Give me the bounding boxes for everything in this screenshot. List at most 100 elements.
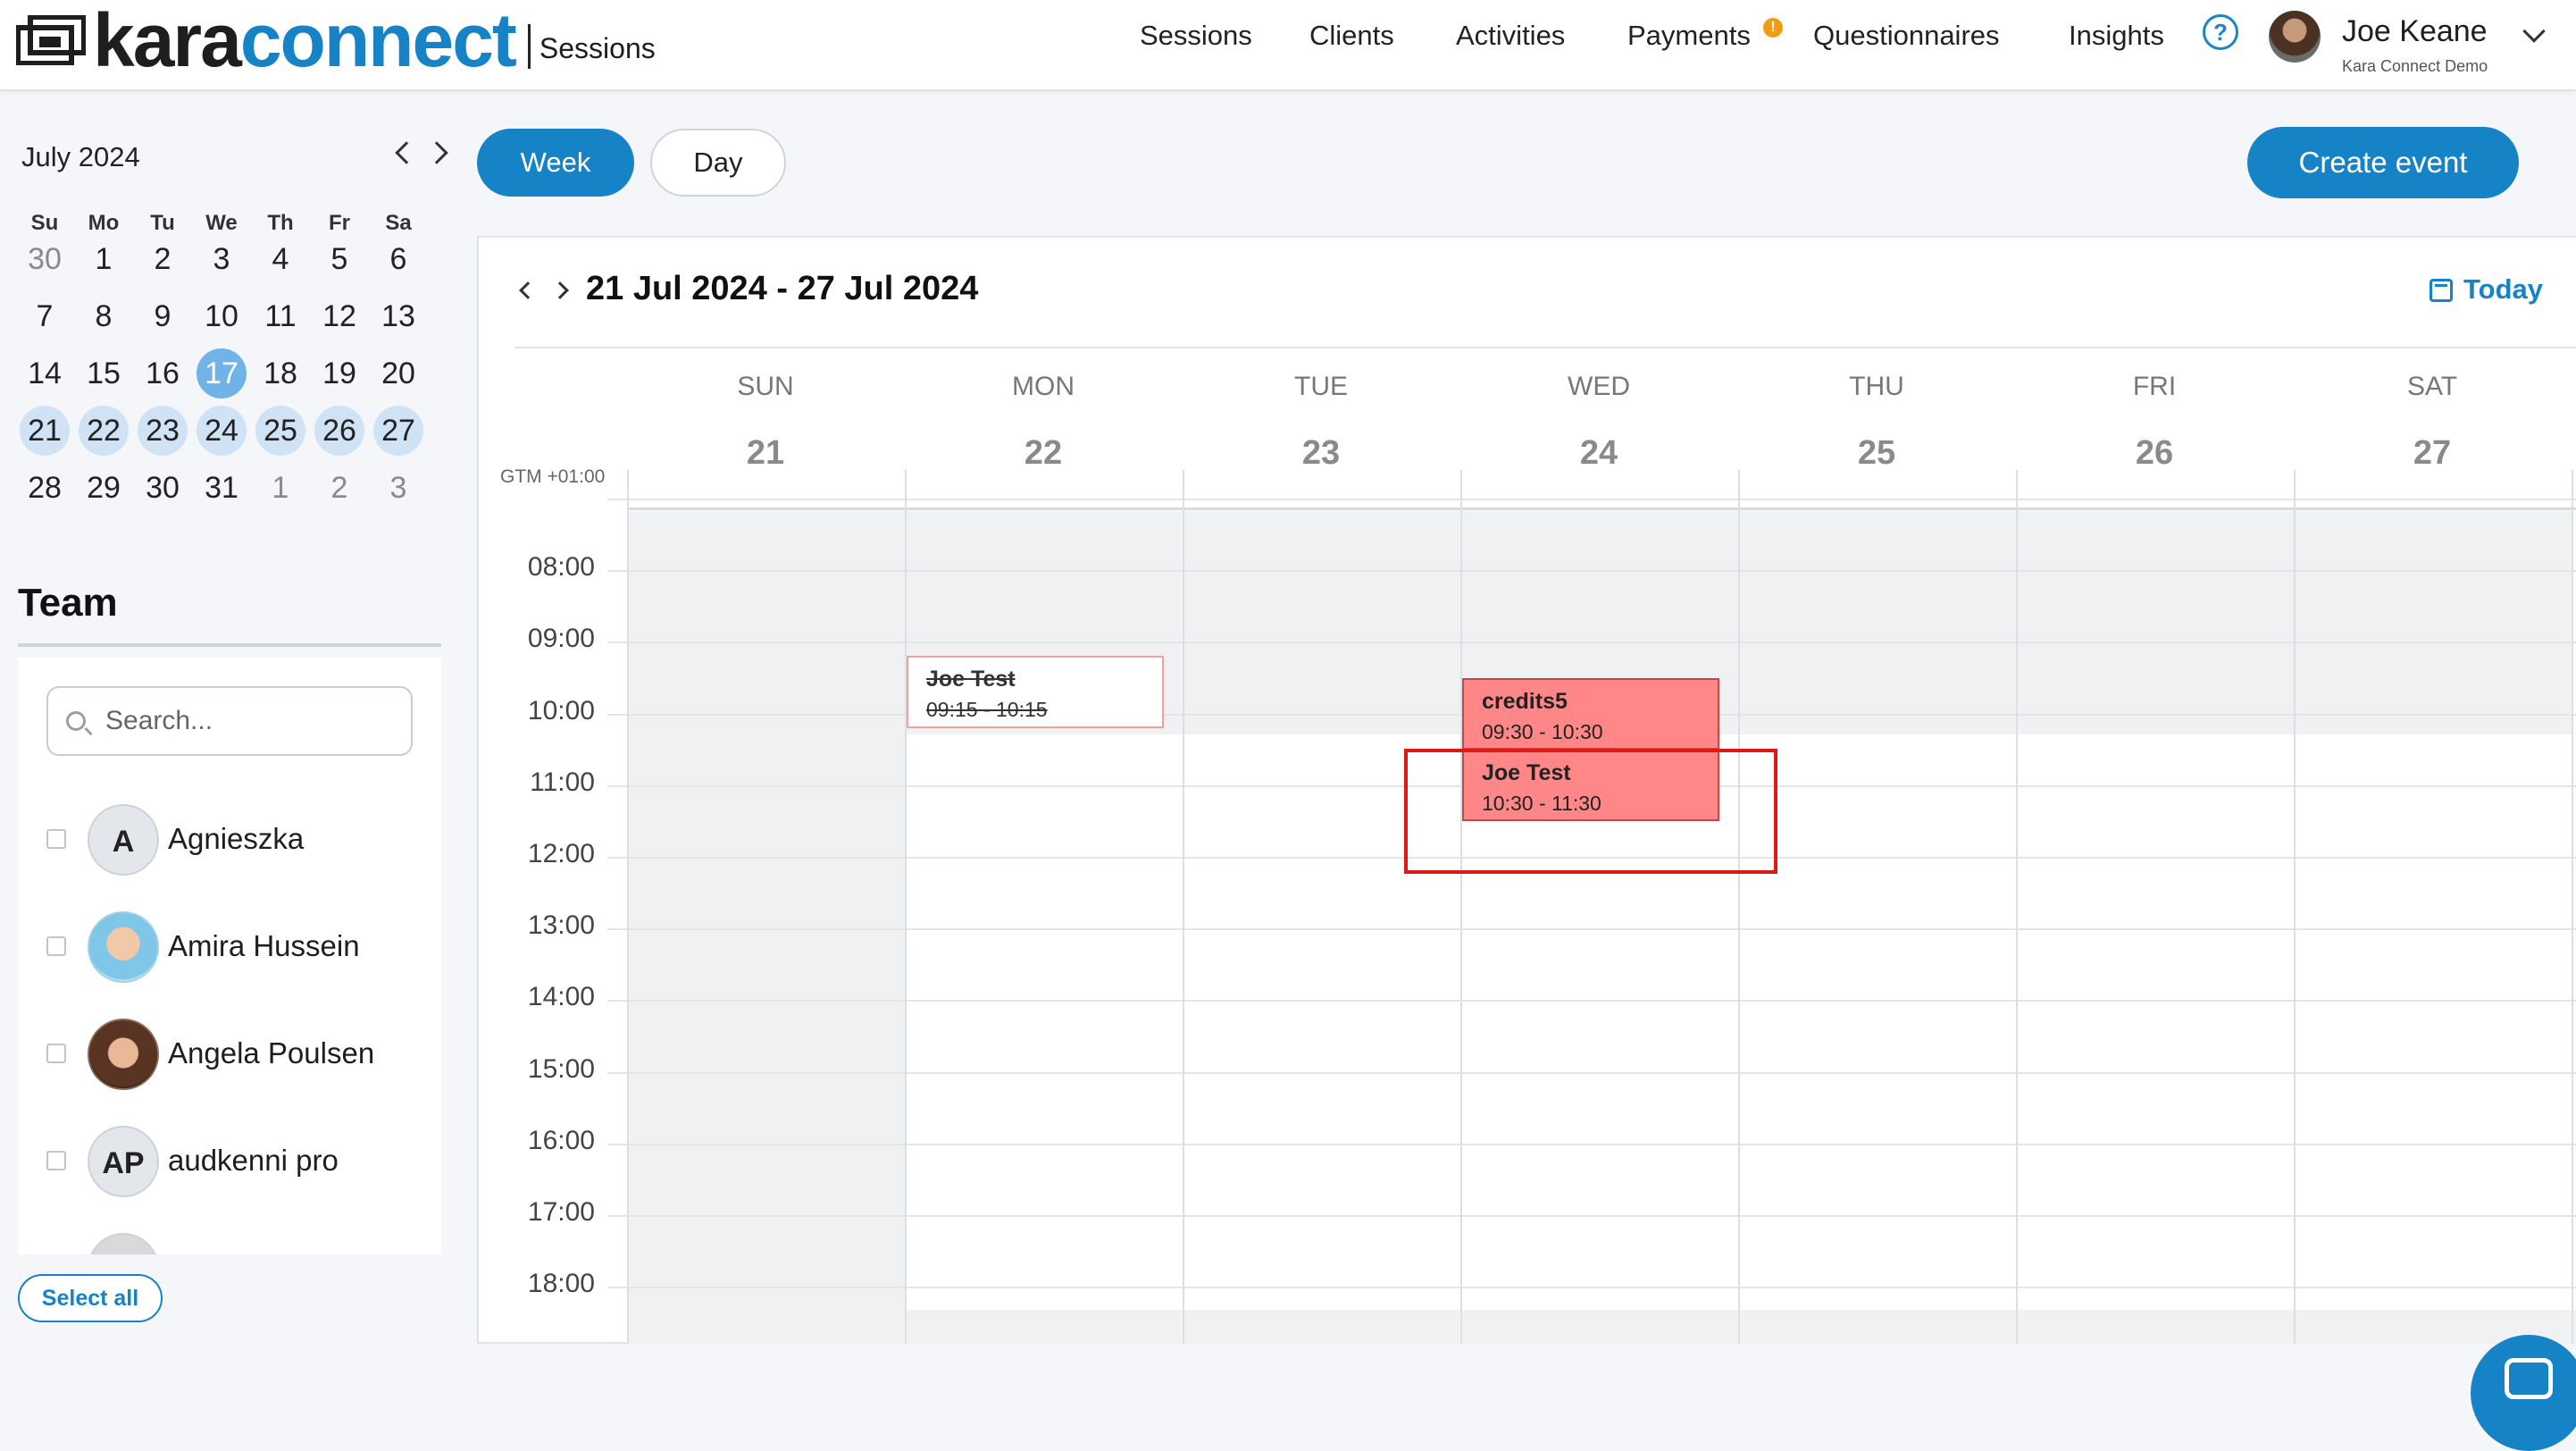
day-date-label[interactable]: 22 — [905, 434, 1182, 473]
mini-calendar-day[interactable]: 30 — [138, 463, 188, 513]
day-of-week-label: FRI — [2132, 372, 2177, 401]
nav-clients[interactable]: Clients — [1309, 20, 1394, 52]
event-title: Joe Test — [926, 667, 1016, 692]
hour-label: 17:00 — [527, 1197, 595, 1227]
mini-calendar-day[interactable]: 22 — [79, 406, 129, 456]
nav-questionnaires[interactable]: Questionnaires — [1813, 20, 2000, 52]
nav-insights[interactable]: Insights — [2069, 20, 2164, 52]
day-view-button[interactable]: Day — [650, 129, 786, 197]
nav-payments[interactable]: Payments — [1627, 20, 1751, 52]
mini-calendar-day[interactable]: 27 — [373, 406, 423, 456]
weekday-label: Th — [267, 211, 294, 235]
mini-calendar-day[interactable]: 6 — [373, 234, 423, 284]
mini-calendar-day[interactable]: 3 — [197, 234, 247, 284]
weekday-label: Fr — [329, 211, 350, 235]
team-member-partial[interactable] — [18, 1226, 441, 1254]
member-checkbox[interactable] — [46, 936, 66, 956]
nav-sessions[interactable]: Sessions — [1140, 20, 1252, 52]
mini-calendar-day[interactable]: 19 — [314, 348, 364, 398]
mini-calendar-day[interactable]: 11 — [255, 291, 305, 341]
mini-calendar-day[interactable]: 29 — [79, 463, 129, 513]
mini-calendar-day[interactable]: 14 — [20, 348, 70, 398]
hour-label: 14:00 — [527, 982, 595, 1012]
today-button[interactable]: Today — [2463, 273, 2543, 306]
day-column-divider — [2294, 470, 2296, 1344]
day-date-label[interactable]: 25 — [1738, 434, 2015, 473]
create-event-button[interactable]: Create event — [2247, 127, 2519, 198]
week-view-button[interactable]: Week — [477, 129, 634, 197]
mini-calendar-day[interactable]: 10 — [197, 291, 247, 341]
mini-calendar-day[interactable]: 30 — [20, 234, 70, 284]
mini-calendar-day[interactable]: 12 — [314, 291, 364, 341]
chat-launcher-button[interactable] — [2471, 1335, 2576, 1451]
mini-calendar-day[interactable]: 20 — [373, 348, 423, 398]
week-prev-icon[interactable] — [519, 281, 537, 299]
nav-activities[interactable]: Activities — [1456, 20, 1565, 52]
selection-highlight — [1404, 749, 1777, 874]
mini-calendar-day[interactable]: 23 — [138, 406, 188, 456]
mini-calendar-day[interactable]: 5 — [314, 234, 364, 284]
hour-gridline — [607, 1000, 2576, 1002]
day-date-label[interactable]: 21 — [627, 434, 904, 473]
mini-calendar-day[interactable]: 13 — [373, 291, 423, 341]
mini-calendar-day[interactable]: 17 — [197, 348, 247, 398]
hour-gridline — [607, 1287, 2576, 1289]
mini-calendar-day[interactable]: 2 — [138, 234, 188, 284]
team-member[interactable]: Angela Poulsen — [18, 1011, 441, 1092]
calendar-icon[interactable] — [2430, 279, 2453, 302]
chevron-down-icon[interactable] — [2522, 20, 2546, 43]
day-date-label[interactable]: 26 — [2016, 434, 2293, 473]
header-bottom-line — [627, 507, 2576, 510]
member-avatar — [88, 1233, 159, 1254]
team-search-input[interactable] — [104, 700, 398, 742]
team-search[interactable] — [46, 686, 413, 756]
day-date-label[interactable]: 27 — [2294, 434, 2571, 473]
mini-calendar-day[interactable]: 21 — [20, 406, 70, 456]
mini-calendar-day[interactable]: 26 — [314, 406, 364, 456]
mini-calendar-next-icon[interactable] — [425, 141, 448, 164]
mini-calendar-day[interactable]: 24 — [197, 406, 247, 456]
mini-calendar-prev-icon[interactable] — [395, 141, 418, 164]
mini-calendar-day[interactable]: 1 — [79, 234, 129, 284]
mini-calendar-day[interactable]: 2 — [314, 463, 364, 513]
mini-calendar-day[interactable]: 3 — [373, 463, 423, 513]
day-column-divider — [1183, 470, 1184, 1344]
mini-calendar-day[interactable]: 7 — [20, 291, 70, 341]
team-member[interactable]: AP audkenni pro — [18, 1119, 441, 1199]
unavailable-slot — [627, 1310, 2576, 1344]
team-divider — [18, 643, 441, 647]
select-all-button[interactable]: Select all — [18, 1274, 163, 1322]
member-checkbox[interactable] — [46, 829, 66, 849]
mini-calendar-day[interactable]: 25 — [255, 406, 305, 456]
mini-calendar-day[interactable]: 4 — [255, 234, 305, 284]
hour-label: 11:00 — [530, 767, 595, 797]
calendar-event[interactable]: credits5 09:30 - 10:30 — [1462, 677, 1719, 750]
hour-gridline — [607, 570, 2576, 573]
mini-calendar-day[interactable]: 1 — [255, 463, 305, 513]
team-member[interactable]: A Agnieszka — [18, 797, 441, 877]
event-time: 09:30 - 10:30 — [1482, 719, 1603, 743]
logo-text-kara: kara — [93, 0, 242, 82]
calendar-event[interactable]: Joe Test 09:15 - 10:15 — [907, 656, 1164, 728]
help-icon[interactable]: ? — [2203, 14, 2238, 50]
mini-calendar-day[interactable]: 9 — [138, 291, 188, 341]
user-organization: Kara Connect Demo — [2342, 57, 2488, 75]
day-of-week-label: SUN — [737, 372, 794, 401]
mini-calendar-day[interactable]: 28 — [20, 463, 70, 513]
user-name[interactable]: Joe Keane — [2342, 14, 2488, 49]
mini-calendar-day[interactable]: 31 — [197, 463, 247, 513]
mini-calendar-day[interactable]: 8 — [79, 291, 129, 341]
team-member[interactable]: Amira Hussein — [18, 904, 441, 985]
hour-gridline — [607, 1071, 2576, 1074]
member-checkbox[interactable] — [46, 1151, 66, 1170]
mini-calendar-day[interactable]: 18 — [255, 348, 305, 398]
day-date-label[interactable]: 24 — [1460, 434, 1737, 473]
member-checkbox[interactable] — [46, 1044, 66, 1063]
user-avatar[interactable] — [2269, 11, 2321, 63]
karaconnect-logo[interactable]: kara connect Sessions — [16, 0, 656, 80]
mini-calendar-day[interactable]: 16 — [138, 348, 188, 398]
week-next-icon[interactable] — [551, 281, 569, 299]
member-avatar: AP — [88, 1126, 159, 1197]
mini-calendar-day[interactable]: 15 — [79, 348, 129, 398]
day-date-label[interactable]: 23 — [1183, 434, 1459, 473]
